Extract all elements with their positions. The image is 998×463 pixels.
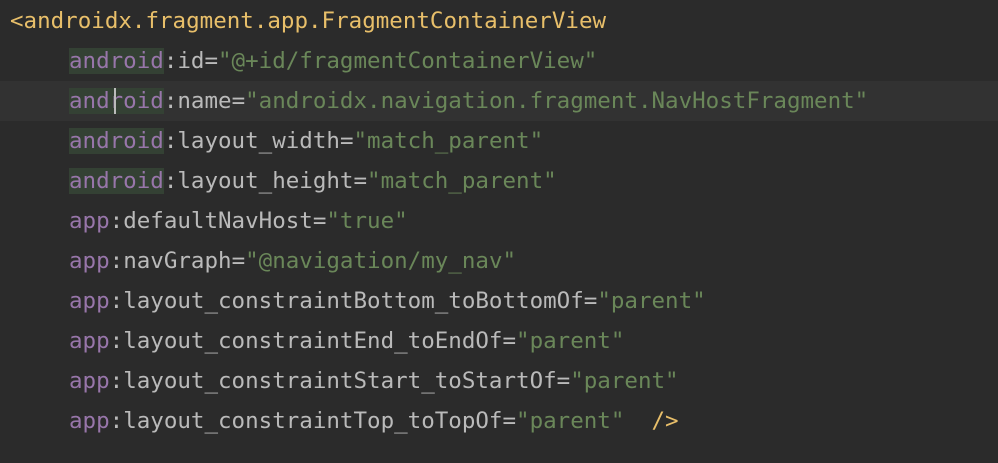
attribute-value: "parent" [570,368,679,394]
attribute-value: "parent" [516,408,625,434]
code-line-attribute-last[interactable]: app:layout_constraintTop_toTopOf="parent… [0,401,998,441]
attribute-name: navGraph [123,248,232,274]
code-editor[interactable]: <androidx.fragment.app.FragmentContainer… [0,0,998,463]
attribute-namespace: android [69,128,164,154]
attribute-name: layout_constraintBottom_toBottomOf [123,288,584,314]
tag-self-close: /> [651,408,679,434]
attribute-equals: = [231,88,246,114]
code-line-tag-open[interactable]: <androidx.fragment.app.FragmentContainer… [10,1,998,41]
attribute-namespace: app [69,328,110,354]
code-line-attribute[interactable]: app:defaultNavHost="true" [0,201,998,241]
code-line-attribute[interactable]: app:layout_constraintStart_toStartOf="pa… [0,361,998,401]
attribute-colon: : [109,248,124,274]
attribute-equals: = [353,168,368,194]
code-line-attribute[interactable]: app:navGraph="@navigation/my_nav" [0,241,998,281]
attribute-value: "parent" [516,328,625,354]
tag-open-bracket: < [10,8,24,34]
attribute-colon: : [109,408,124,434]
code-line-attribute[interactable]: android:layout_width="match_parent" [0,121,998,161]
attribute-colon: : [163,88,178,114]
code-line-attribute[interactable]: app:layout_constraintEnd_toEndOf="parent… [0,321,998,361]
attribute-namespace: android [69,168,164,194]
attribute-colon: : [109,368,124,394]
attribute-namespace: app [69,208,110,234]
attribute-namespace: android [69,88,164,114]
attribute-name: id [177,48,205,74]
attribute-value: "@+id/fragmentContainerView" [218,48,598,74]
attribute-namespace: app [69,408,110,434]
code-line-attribute-current[interactable]: android:name="androidx.navigation.fragme… [0,81,998,121]
attribute-equals: = [231,248,246,274]
attribute-value: "androidx.navigation.fragment.NavHostFra… [245,88,869,114]
attribute-value: "match_parent" [367,168,557,194]
attribute-name: name [177,88,232,114]
code-line-attribute[interactable]: android:id="@+id/fragmentContainerView" [0,41,998,81]
attribute-namespace: app [69,248,110,274]
attribute-colon: : [163,168,178,194]
attribute-colon: : [163,48,178,74]
attribute-value: "true" [326,208,408,234]
attribute-value: "parent" [597,288,706,314]
attribute-name: layout_height [177,168,354,194]
attribute-value: "@navigation/my_nav" [245,248,517,274]
attribute-namespace: app [69,288,110,314]
code-line-attribute[interactable]: android:layout_height="match_parent" [0,161,998,201]
attribute-equals: = [502,328,517,354]
attribute-equals: = [556,368,571,394]
tag-name: androidx.fragment.app.FragmentContainerV… [23,8,607,34]
attribute-equals: = [204,48,219,74]
attribute-namespace: android [69,48,164,74]
attribute-name: defaultNavHost [123,208,313,234]
attribute-equals: = [583,288,598,314]
attribute-equals: = [312,208,327,234]
attribute-name: layout_constraintTop_toTopOf [123,408,503,434]
attribute-equals: = [502,408,517,434]
attribute-colon: : [163,128,178,154]
attribute-name: layout_width [177,128,340,154]
attribute-name: layout_constraintEnd_toEndOf [123,328,503,354]
attribute-name: layout_constraintStart_toStartOf [123,368,557,394]
attribute-namespace: app [69,368,110,394]
attribute-equals: = [339,128,354,154]
code-line-attribute[interactable]: app:layout_constraintBottom_toBottomOf="… [0,281,998,321]
attribute-colon: : [109,208,124,234]
text-caret [114,88,116,114]
attribute-colon: : [109,288,124,314]
attribute-value: "match_parent" [353,128,544,154]
attribute-colon: : [109,328,124,354]
